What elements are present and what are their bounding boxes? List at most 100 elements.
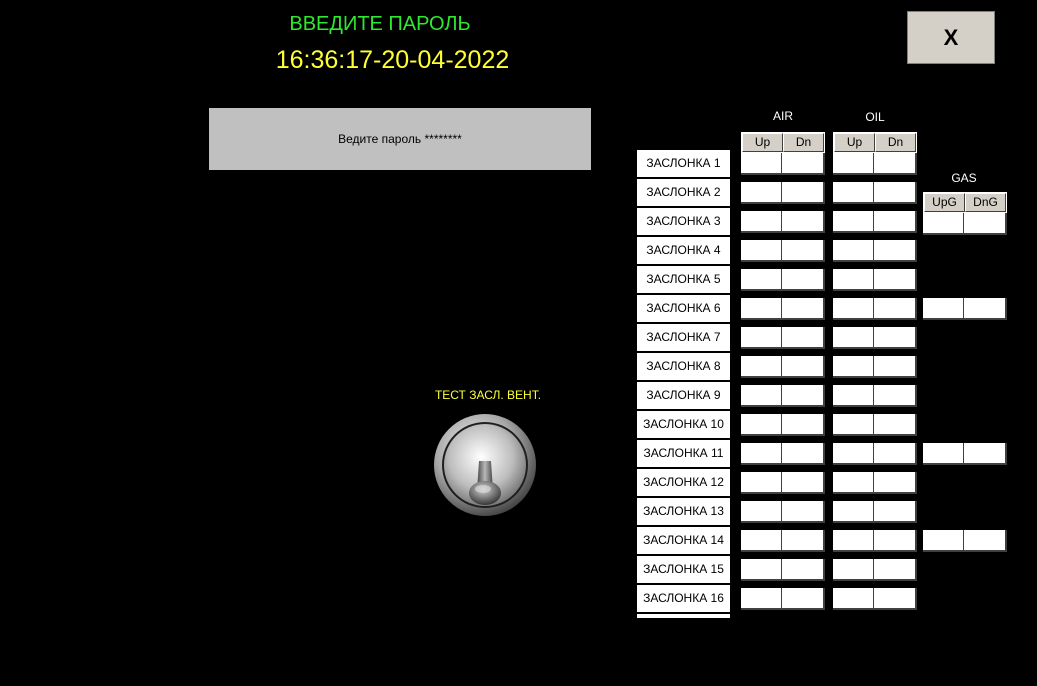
- damper-label-13: ЗАСЛОНКА 13: [637, 498, 730, 527]
- air-up-cell-13[interactable]: [741, 501, 783, 523]
- oil-dn-cell-4[interactable]: [874, 240, 917, 262]
- gas-upg-cell-1[interactable]: [923, 213, 965, 235]
- oil-dn-cell-6[interactable]: [874, 298, 917, 320]
- oil-up-cell-5[interactable]: [833, 269, 875, 291]
- oil-group-label: OIL: [865, 110, 885, 124]
- oil-up-cell-16[interactable]: [833, 588, 875, 610]
- air-dn-cell-4[interactable]: [782, 240, 825, 262]
- air-up-cell-1[interactable]: [741, 153, 783, 175]
- oil-dn-cell-2[interactable]: [874, 182, 917, 204]
- air-up-header: Up: [742, 133, 783, 152]
- oil-dn-cell-10[interactable]: [874, 414, 917, 436]
- test-switch-label: ТЕСТ ЗАСЛ. ВЕНТ.: [434, 388, 542, 402]
- oil-up-cell-14[interactable]: [833, 530, 875, 552]
- gas-dng-cell-14[interactable]: [964, 530, 1007, 552]
- damper-label-8: ЗАСЛОНКА 8: [637, 353, 730, 382]
- gas-header: UpG DnG: [923, 192, 1007, 213]
- air-dn-cell-9[interactable]: [782, 385, 825, 407]
- oil-dn-cell-7[interactable]: [874, 327, 917, 349]
- close-button[interactable]: X: [907, 11, 995, 64]
- oil-dn-cell-1[interactable]: [874, 153, 917, 175]
- air-up-cell-9[interactable]: [741, 385, 783, 407]
- oil-up-header: Up: [834, 133, 875, 152]
- page-title: ВВЕДИТЕ ПАРОЛЬ: [289, 13, 471, 35]
- oil-up-cell-4[interactable]: [833, 240, 875, 262]
- air-group-label: AIR: [772, 109, 793, 123]
- gas-upg-header: UpG: [924, 193, 965, 212]
- gas-upg-cell-6[interactable]: [923, 298, 965, 320]
- oil-up-cell-13[interactable]: [833, 501, 875, 523]
- air-dn-cell-7[interactable]: [782, 327, 825, 349]
- oil-dn-cell-5[interactable]: [874, 269, 917, 291]
- gas-group-label: GAS: [951, 171, 977, 185]
- damper-label-5: ЗАСЛОНКА 5: [637, 266, 730, 295]
- gas-upg-cell-11[interactable]: [923, 443, 965, 465]
- datetime-display: 16:36:17-20-04-2022: [275, 46, 510, 74]
- air-up-cell-16[interactable]: [741, 588, 783, 610]
- air-dn-cell-3[interactable]: [782, 211, 825, 233]
- air-up-cell-12[interactable]: [741, 472, 783, 494]
- password-field[interactable]: Ведите пароль ********: [209, 108, 591, 170]
- gas-dng-header: DnG: [965, 193, 1006, 212]
- oil-up-cell-9[interactable]: [833, 385, 875, 407]
- air-up-cell-4[interactable]: [741, 240, 783, 262]
- air-up-cell-6[interactable]: [741, 298, 783, 320]
- air-dn-cell-2[interactable]: [782, 182, 825, 204]
- oil-dn-cell-8[interactable]: [874, 356, 917, 378]
- oil-header: Up Dn: [833, 132, 917, 153]
- oil-dn-cell-12[interactable]: [874, 472, 917, 494]
- oil-dn-cell-14[interactable]: [874, 530, 917, 552]
- damper-label-14: ЗАСЛОНКА 14: [637, 527, 730, 556]
- oil-up-cell-12[interactable]: [833, 472, 875, 494]
- damper-label-15: ЗАСЛОНКА 15: [637, 556, 730, 585]
- air-dn-cell-1[interactable]: [782, 153, 825, 175]
- damper-label-2: ЗАСЛОНКА 2: [637, 179, 730, 208]
- oil-dn-cell-9[interactable]: [874, 385, 917, 407]
- air-dn-cell-13[interactable]: [782, 501, 825, 523]
- air-dn-cell-12[interactable]: [782, 472, 825, 494]
- air-up-cell-8[interactable]: [741, 356, 783, 378]
- oil-up-cell-11[interactable]: [833, 443, 875, 465]
- test-toggle-switch[interactable]: [433, 413, 537, 517]
- air-up-cell-3[interactable]: [741, 211, 783, 233]
- damper-label-9: ЗАСЛОНКА 9: [637, 382, 730, 411]
- gas-upg-cell-14[interactable]: [923, 530, 965, 552]
- air-dn-cell-14[interactable]: [782, 530, 825, 552]
- damper-list: ЗАСЛОНКА 1 ЗАСЛОНКА 2 ЗАСЛОНКА 3 ЗАСЛОНКА 4…: [637, 150, 730, 618]
- air-up-cell-11[interactable]: [741, 443, 783, 465]
- gas-dng-cell-1[interactable]: [964, 213, 1007, 235]
- oil-dn-cell-3[interactable]: [874, 211, 917, 233]
- oil-up-cell-6[interactable]: [833, 298, 875, 320]
- damper-label-4: ЗАСЛОНКА 4: [637, 237, 730, 266]
- damper-label-10: ЗАСЛОНКА 10: [637, 411, 730, 440]
- oil-dn-cell-16[interactable]: [874, 588, 917, 610]
- air-dn-cell-11[interactable]: [782, 443, 825, 465]
- air-up-cell-10[interactable]: [741, 414, 783, 436]
- air-dn-cell-16[interactable]: [782, 588, 825, 610]
- oil-up-cell-3[interactable]: [833, 211, 875, 233]
- oil-dn-cell-15[interactable]: [874, 559, 917, 581]
- oil-dn-cell-11[interactable]: [874, 443, 917, 465]
- damper-label-7: ЗАСЛОНКА 7: [637, 324, 730, 353]
- damper-label-6: ЗАСЛОНКА 6: [637, 295, 730, 324]
- oil-dn-header: Dn: [875, 133, 916, 152]
- gas-dng-cell-11[interactable]: [964, 443, 1007, 465]
- air-up-cell-5[interactable]: [741, 269, 783, 291]
- air-up-cell-14[interactable]: [741, 530, 783, 552]
- air-dn-cell-6[interactable]: [782, 298, 825, 320]
- air-dn-cell-10[interactable]: [782, 414, 825, 436]
- oil-up-cell-1[interactable]: [833, 153, 875, 175]
- oil-up-cell-8[interactable]: [833, 356, 875, 378]
- gas-dng-cell-6[interactable]: [964, 298, 1007, 320]
- oil-up-cell-2[interactable]: [833, 182, 875, 204]
- air-dn-cell-5[interactable]: [782, 269, 825, 291]
- oil-up-cell-10[interactable]: [833, 414, 875, 436]
- air-dn-cell-8[interactable]: [782, 356, 825, 378]
- oil-up-cell-15[interactable]: [833, 559, 875, 581]
- oil-up-cell-7[interactable]: [833, 327, 875, 349]
- air-up-cell-15[interactable]: [741, 559, 783, 581]
- air-dn-cell-15[interactable]: [782, 559, 825, 581]
- air-up-cell-7[interactable]: [741, 327, 783, 349]
- oil-dn-cell-13[interactable]: [874, 501, 917, 523]
- air-up-cell-2[interactable]: [741, 182, 783, 204]
